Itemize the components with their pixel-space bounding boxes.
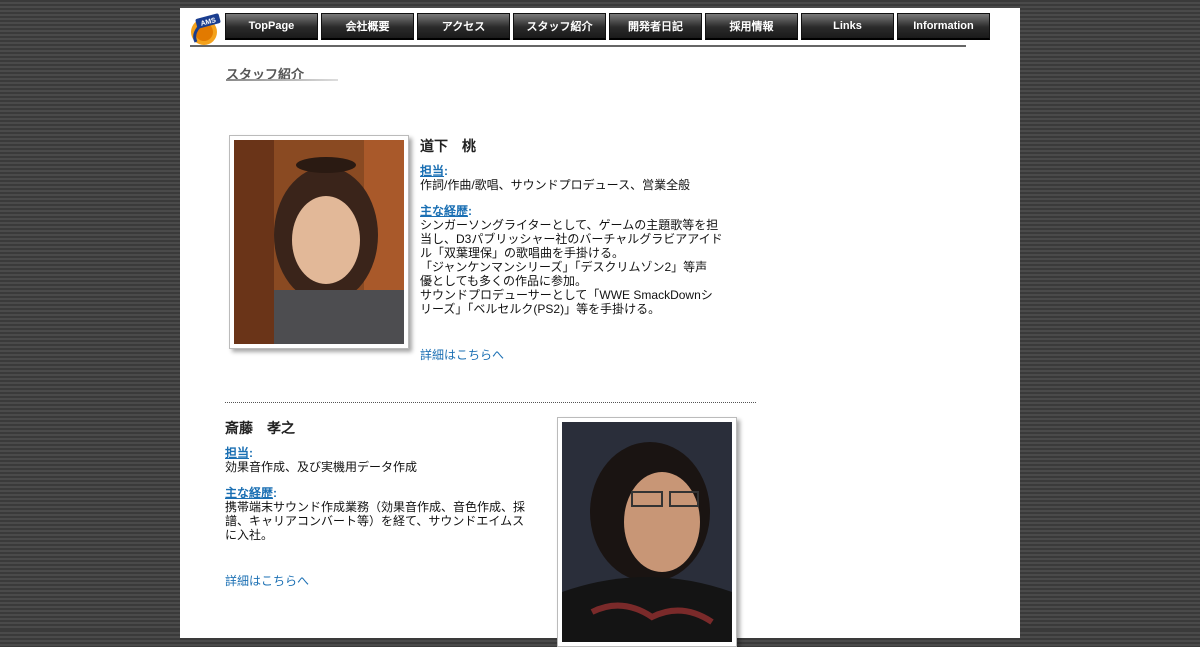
company-logo[interactable]: AMS [190,12,222,46]
nav-company[interactable]: 会社概要 [321,13,414,40]
career-line: ル「双葉理保」の歌唱曲を手掛ける。 [420,246,625,260]
career-label: 主な経歴: [225,486,278,500]
nav-recruit[interactable]: 採用情報 [705,13,798,40]
career-label: 主な経歴: [420,204,473,218]
staff-photo-frame [557,417,737,647]
staff-name: 斎藤 孝之 [225,420,295,436]
page-container: AMS TopPage 会社概要 アクセス スタッフ紹介 開発者日記 採用情報 … [180,8,1020,647]
role-text: 作詞/作曲/歌唱、サウンドプロデュース、営業全般 [420,178,691,192]
role-label: 担当: [225,446,254,460]
main-nav: TopPage 会社概要 アクセス スタッフ紹介 開発者日記 採用情報 Link… [225,13,990,40]
career-line: に入社。 [225,528,274,542]
staff-separator [225,402,756,403]
staff-photo [234,140,404,344]
career-line: 「ジャンケンマンシリーズ」「デスクリムゾン2」等声 [420,260,708,274]
career-line: 優としても多くの作品に参加。 [420,274,588,288]
nav-diary[interactable]: 開発者日記 [609,13,702,40]
staff-role: 担当: 作詞/作曲/歌唱、サウンドプロデュース、営業全般 [420,164,690,192]
staff-career: 主な経歴: 携帯端末サウンド作成業務（効果音作成、音色作成、採 譜、キャリアコン… [225,486,525,542]
staff-career: 主な経歴: シンガーソングライターとして、ゲームの主題歌等を担 当し、D3パブリ… [420,204,723,316]
career-line: 譜、キャリアコンバート等）を経て、サウンドエイムス [225,514,525,528]
career-line: リーズ」「ベルセルク(PS2)」等を手掛ける。 [420,302,661,316]
nav-links[interactable]: Links [801,13,894,40]
nav-information[interactable]: Information [897,13,990,40]
staff-name: 道下 桃 [420,138,476,154]
details-link[interactable]: 詳細はこちらへ [420,346,504,363]
career-line: シンガーソングライターとして、ゲームの主題歌等を担 [420,218,719,232]
staff-photo [562,422,732,642]
staff-role: 担当: 効果音作成、及び実機用データ作成 [225,446,417,474]
details-link[interactable]: 詳細はこちらへ [225,572,309,589]
nav-toppage[interactable]: TopPage [225,13,318,40]
nav-access[interactable]: アクセス [417,13,510,40]
title-underline [226,79,338,81]
career-line: 当し、D3パブリッシャー社のバーチャルグラビアアイド [420,232,723,246]
career-line: 携帯端末サウンド作成業務（効果音作成、音色作成、採 [225,500,526,514]
nav-divider [190,45,966,47]
nav-staff[interactable]: スタッフ紹介 [513,13,606,40]
role-label: 担当: [420,164,449,178]
role-text: 効果音作成、及び実機用データ作成 [225,460,418,474]
career-line: サウンドプロデューサーとして「WWE SmackDownシ [420,288,713,302]
staff-photo-frame [229,135,409,349]
